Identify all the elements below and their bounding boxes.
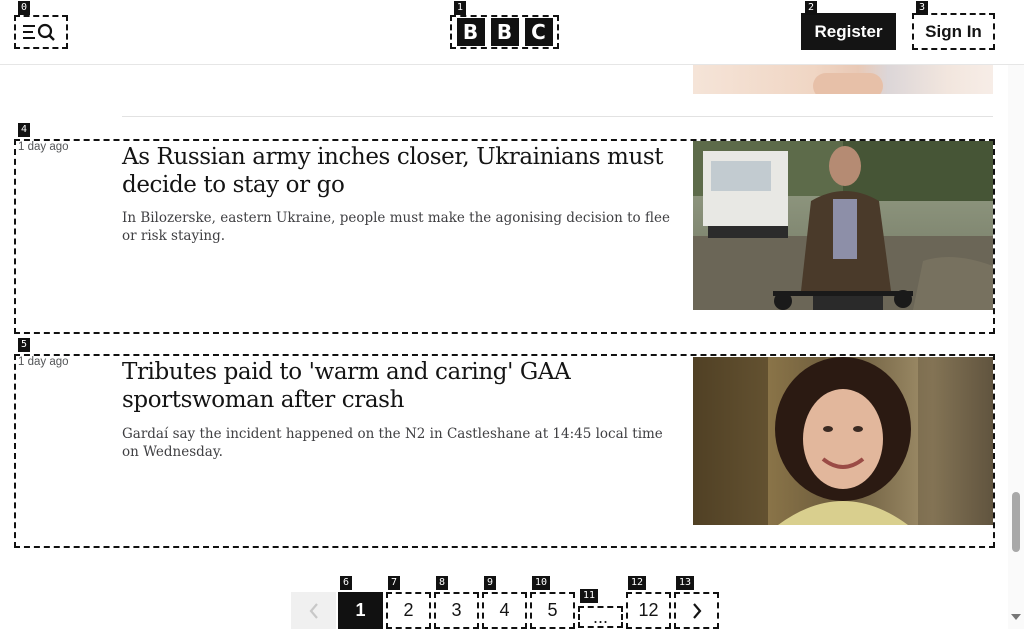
page-5-button[interactable]: 5: [530, 592, 575, 629]
article-card[interactable]: 1 day ago As Russian army inches closer,…: [14, 139, 995, 334]
pagination: 1 2 3 4 5 ... 12: [0, 592, 1024, 629]
page-3-button[interactable]: 3: [434, 592, 479, 629]
article-timestamp: 1 day ago: [18, 356, 69, 368]
article-image[interactable]: [693, 357, 993, 525]
next-page-button[interactable]: [674, 592, 719, 629]
logo-letter-b2: B: [490, 18, 519, 46]
page-4-button[interactable]: 4: [482, 592, 527, 629]
chevron-right-icon: [692, 602, 701, 619]
article-title[interactable]: As Russian army inches closer, Ukrainian…: [122, 143, 682, 199]
menu-search-button[interactable]: [14, 15, 68, 49]
mark-tag: 9: [484, 576, 497, 590]
logo-letter-c: C: [524, 18, 553, 46]
pagination-ellipsis[interactable]: ...: [578, 606, 623, 628]
page-12-button[interactable]: 12: [626, 592, 671, 629]
chevron-left-icon: [309, 602, 318, 619]
mark-tag: 0: [18, 1, 31, 15]
mark-tag: 13: [676, 576, 695, 590]
scroll-down-arrow-icon[interactable]: [1011, 614, 1021, 620]
article-summary: Gardaí say the incident happened on the …: [122, 426, 663, 460]
mark-tag: 10: [532, 576, 551, 590]
mark-tag: 6: [340, 576, 353, 590]
register-button[interactable]: Register: [801, 13, 896, 50]
mark-tag: 11: [580, 589, 599, 603]
article-title[interactable]: Tributes paid to 'warm and caring' GAA s…: [122, 358, 682, 414]
scrollbar-thumb[interactable]: [1012, 492, 1020, 552]
bbc-logo[interactable]: B B C: [450, 15, 559, 49]
page-1-button[interactable]: 1: [338, 592, 383, 629]
previous-article-image[interactable]: [693, 65, 993, 94]
signin-button[interactable]: Sign In: [912, 13, 995, 50]
mark-tag: 2: [805, 1, 818, 15]
article-summary: In Bilozerske, eastern Ukraine, people m…: [122, 210, 670, 244]
article-image[interactable]: [693, 141, 993, 310]
mark-tag: 5: [18, 338, 31, 352]
article-card[interactable]: 1 day ago Tributes paid to 'warm and car…: [14, 354, 995, 548]
prev-page-button[interactable]: [291, 592, 336, 629]
mark-tag: 7: [388, 576, 401, 590]
mark-tag: 4: [18, 123, 31, 137]
divider: [122, 116, 993, 117]
mark-tag: 3: [916, 1, 929, 15]
menu-search-icon: [23, 23, 55, 41]
mark-tag: 1: [454, 1, 467, 15]
mark-tag: 12: [628, 576, 647, 590]
site-header: B B C Register Sign In: [0, 0, 1024, 65]
article-timestamp: 1 day ago: [18, 141, 69, 153]
page-2-button[interactable]: 2: [386, 592, 431, 629]
mark-tag: 8: [436, 576, 449, 590]
logo-letter-b1: B: [456, 18, 485, 46]
